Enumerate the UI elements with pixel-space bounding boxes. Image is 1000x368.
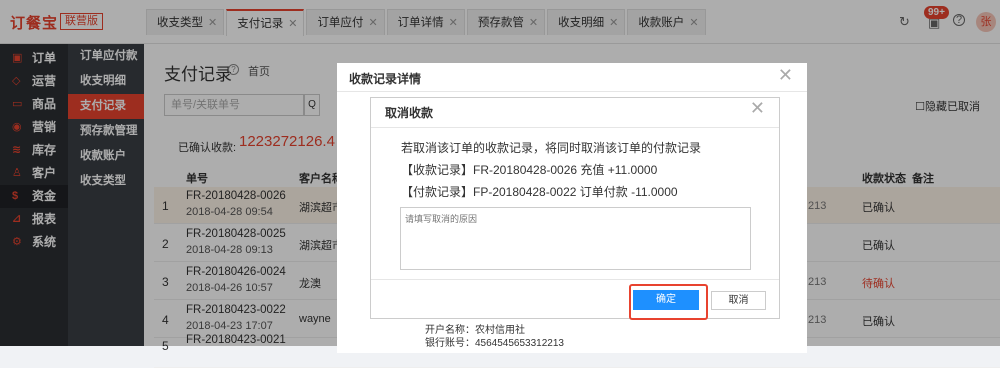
- divider: [371, 127, 779, 128]
- divider: [371, 279, 779, 280]
- receipt-record: 【收款记录】FR-20180428-0026 充值 +11.0000: [401, 163, 658, 177]
- cancel-modal-title: 取消收款: [385, 106, 434, 120]
- detail-modal-title: 收款记录详情: [349, 72, 422, 86]
- payment-record: 【付款记录】FP-20180428-0022 订单付款 -11.0000: [401, 185, 678, 199]
- account-number: 银行账号：4564545653312213: [425, 338, 564, 349]
- close-icon[interactable]: ✕: [778, 65, 793, 86]
- cancel-warning: 若取消该订单的收款记录，将同时取消该订单的付款记录: [401, 141, 702, 155]
- cancel-button[interactable]: 取消: [711, 291, 766, 310]
- confirm-button[interactable]: 确定: [633, 290, 699, 310]
- divider: [337, 91, 807, 92]
- cancel-modal: 取消收款 ✕ 若取消该订单的收款记录，将同时取消该订单的付款记录 【收款记录】F…: [370, 97, 780, 320]
- close-icon[interactable]: ✕: [750, 98, 765, 119]
- reason-input[interactable]: [400, 207, 751, 270]
